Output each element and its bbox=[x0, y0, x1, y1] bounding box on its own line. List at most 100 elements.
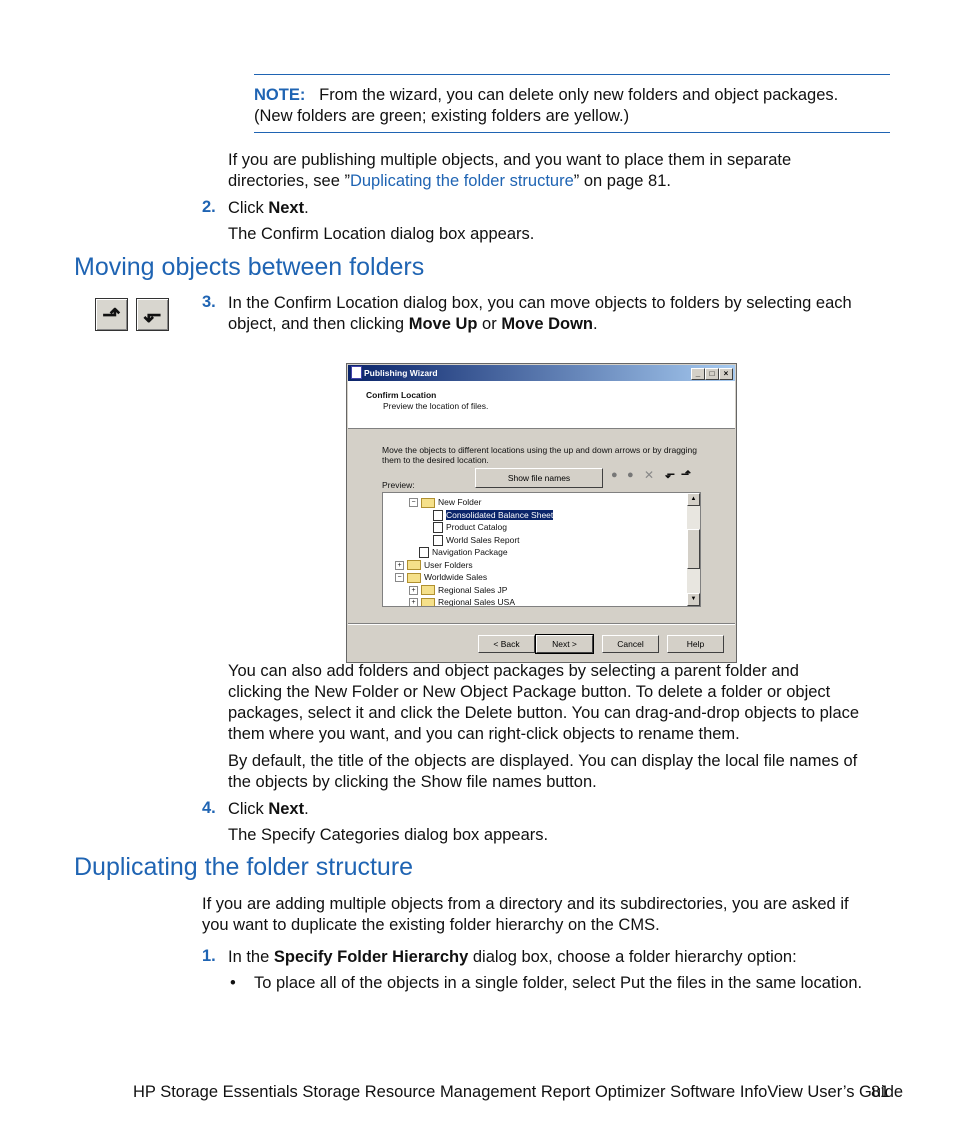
step4-result: The Specify Categories dialog box appear… bbox=[228, 826, 549, 844]
step2-result: The Confirm Location dialog box appears. bbox=[228, 225, 535, 243]
scroll-thumb[interactable] bbox=[687, 529, 700, 569]
step1-bold: Specify Folder Hierarchy bbox=[273, 948, 469, 966]
step-number: 4. bbox=[202, 799, 216, 817]
publishing-wizard-dialog: Publishing Wizard _ □ × Confirm Location… bbox=[346, 363, 737, 663]
tree-item[interactable]: − New Folder bbox=[409, 496, 481, 508]
text-line: them where you want, and you can right-c… bbox=[228, 725, 740, 743]
intro-line2: directories, see ” bbox=[228, 172, 350, 190]
note-rule-top bbox=[254, 74, 890, 75]
expand-icon[interactable]: + bbox=[409, 598, 418, 606]
tree-item[interactable]: Navigation Package bbox=[419, 546, 508, 559]
text-line: By default, the title of the objects are… bbox=[228, 752, 858, 770]
preview-tree[interactable]: ▲ ▼ − New Folder Consolidated Balance Shee… bbox=[382, 492, 701, 607]
text-line: you want to duplicate the existing folde… bbox=[202, 916, 660, 934]
step4-post: . bbox=[304, 800, 309, 818]
report-icon bbox=[433, 509, 443, 521]
dialog-title: Publishing Wizard bbox=[364, 368, 438, 378]
collapse-icon[interactable]: − bbox=[395, 573, 404, 583]
dialog-header-title: Confirm Location bbox=[366, 390, 437, 400]
text-line: the objects by clicking the Show file na… bbox=[228, 773, 597, 791]
tree-item[interactable]: Product Catalog bbox=[433, 521, 507, 534]
new-folder-icon[interactable]: ● bbox=[611, 469, 618, 481]
paragraph-add-folders: You can also add folders and object pack… bbox=[228, 661, 859, 745]
step3-post: . bbox=[592, 315, 598, 333]
tree-item[interactable]: + Regional Sales JP bbox=[409, 584, 507, 596]
package-icon bbox=[419, 547, 429, 559]
tree-item-label: Product Catalog bbox=[446, 522, 507, 532]
cancel-button[interactable]: Cancel bbox=[602, 635, 659, 653]
step3-text: In the Confirm Location dialog box, you … bbox=[228, 293, 852, 335]
dialog-header: Confirm Location Preview the location of… bbox=[348, 381, 735, 429]
tree-item-label: Regional Sales USA bbox=[438, 597, 516, 607]
step4-pre: Click bbox=[228, 800, 269, 818]
report-icon bbox=[433, 534, 443, 546]
next-button[interactable]: Next > bbox=[535, 634, 594, 654]
step2-post: . bbox=[304, 199, 309, 217]
tree-item-label: Navigation Package bbox=[432, 547, 508, 557]
duplicating-link[interactable]: Duplicating the folder structure bbox=[350, 172, 574, 190]
intro-paragraph: If you are publishing multiple objects, … bbox=[228, 150, 791, 192]
folder-icon bbox=[407, 572, 421, 583]
step3-line1: In the Confirm Location dialog box, you … bbox=[228, 294, 852, 312]
expand-icon[interactable]: + bbox=[395, 560, 404, 570]
tree-item-label: New Folder bbox=[438, 497, 482, 507]
tree-item[interactable]: World Sales Report bbox=[433, 534, 520, 546]
scroll-down-button[interactable]: ▼ bbox=[687, 593, 700, 606]
close-button[interactable]: × bbox=[719, 368, 733, 380]
folder-icon bbox=[421, 585, 435, 596]
folder-icon bbox=[421, 497, 435, 508]
app-icon bbox=[351, 366, 362, 379]
step-number: 2. bbox=[202, 198, 216, 216]
move-up-icon: ⬏ bbox=[95, 298, 128, 331]
instructions-line2: them to the desired location. bbox=[382, 455, 489, 465]
new-package-icon[interactable]: ● bbox=[627, 469, 634, 481]
expand-icon[interactable]: + bbox=[409, 585, 418, 595]
text-line: If you are adding multiple objects from … bbox=[202, 895, 849, 913]
move-down-icon: ⬐ bbox=[136, 298, 169, 331]
tree-item-label: Regional Sales JP bbox=[438, 584, 508, 595]
step-number: 1. bbox=[202, 947, 216, 965]
move-up-icon[interactable]: ⬏ bbox=[681, 467, 691, 481]
tree-item-label: Worldwide Sales bbox=[424, 572, 488, 582]
show-file-names-button[interactable]: Show file names bbox=[475, 468, 603, 488]
delete-icon[interactable]: ✕ bbox=[644, 468, 654, 482]
document-page: NOTE: From the wizard, you can delete on… bbox=[0, 0, 954, 1145]
step2-text: Click Next. bbox=[228, 198, 309, 219]
text-line: packages, select it and click the Delete… bbox=[228, 704, 860, 722]
dialog-header-subtitle: Preview the location of files. bbox=[383, 401, 489, 411]
note-text: From the wizard, you can delete only new… bbox=[319, 86, 839, 104]
step3-line2: object, and then clicking bbox=[228, 315, 409, 333]
intro-line2-end: ” on page 81. bbox=[573, 172, 671, 190]
maximize-button[interactable]: □ bbox=[705, 368, 719, 380]
tree-item[interactable]: Consolidated Balance Sheet bbox=[433, 508, 555, 521]
scroll-up-button[interactable]: ▲ bbox=[687, 493, 700, 506]
preview-label: Preview: bbox=[382, 480, 415, 490]
scrollbar[interactable]: ▲ ▼ bbox=[687, 493, 700, 606]
minimize-button[interactable]: _ bbox=[691, 368, 705, 380]
tree-item-label: User Folders bbox=[424, 559, 473, 570]
section-heading-moving: Moving objects between folders bbox=[74, 253, 425, 281]
text-line: clicking the New Folder or New Object Pa… bbox=[228, 683, 831, 701]
folder-icon bbox=[421, 597, 435, 606]
tree-item[interactable]: + Regional Sales USA bbox=[409, 596, 516, 607]
dialog-titlebar: Publishing Wizard _ □ × bbox=[348, 365, 735, 381]
tree-item[interactable]: − Worldwide Sales bbox=[395, 571, 487, 583]
note: NOTE: From the wizard, you can delete on… bbox=[254, 85, 838, 127]
back-button[interactable]: < Back bbox=[478, 635, 535, 653]
footer-divider bbox=[348, 623, 735, 625]
help-button[interactable]: Help bbox=[667, 635, 724, 653]
instructions-line1: Move the objects to different locations … bbox=[382, 445, 698, 455]
move-down-label: Move Down bbox=[501, 315, 593, 333]
step-number: 3. bbox=[202, 293, 216, 311]
tree-item[interactable]: + User Folders bbox=[395, 559, 473, 571]
step1-pre: In the bbox=[228, 948, 274, 966]
step3-mid: or bbox=[477, 315, 502, 333]
move-down-icon[interactable]: ⬐ bbox=[665, 467, 675, 481]
paragraph-default-title: By default, the title of the objects are… bbox=[228, 751, 857, 793]
collapse-icon[interactable]: − bbox=[409, 498, 418, 508]
report-icon bbox=[433, 522, 443, 534]
section-heading-duplicating: Duplicating the folder structure bbox=[74, 853, 414, 881]
paragraph-multiple-objects: If you are adding multiple objects from … bbox=[202, 894, 849, 936]
step2-bold: Next bbox=[268, 199, 305, 217]
step1-post: dialog box, choose a folder hierarchy op… bbox=[468, 948, 797, 966]
